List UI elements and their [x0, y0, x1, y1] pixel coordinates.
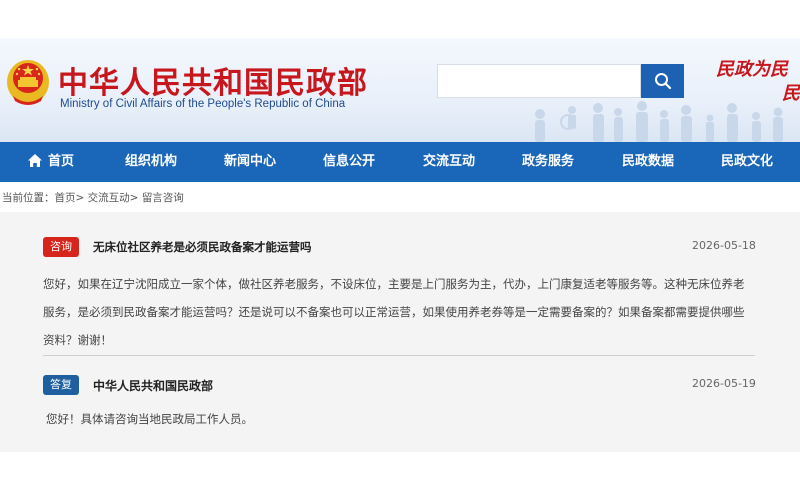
nav-item-home[interactable]: 首页 [27, 142, 74, 182]
consultation-panel: 咨询 无床位社区养老是必须民政备案才能运营吗 2026-05-18 您好，如果在… [0, 212, 800, 452]
nav-item-data[interactable]: 民政数据 [622, 142, 674, 182]
search-button[interactable] [641, 64, 684, 98]
breadcrumb-separator: > [75, 192, 85, 204]
ask-tag: 咨询 [43, 237, 79, 257]
breadcrumb-label: 当前位置： [2, 192, 55, 204]
answer-tag: 答复 [43, 375, 79, 395]
question-date: 2026-05-18 [692, 239, 756, 252]
national-emblem-icon[interactable] [5, 56, 51, 106]
search-input[interactable] [437, 64, 641, 98]
answer-org: 中华人民共和国民政部 [93, 379, 214, 393]
question-body: 您好，如果在辽宁沈阳成立一家个体，做社区养老服务，不设床位，主要是上门服务为主，… [43, 277, 745, 347]
home-icon [28, 153, 42, 167]
breadcrumb-home[interactable]: 首页 [55, 190, 76, 206]
slogan: 民政为民 民 [716, 58, 800, 106]
breadcrumb-separator: > [129, 192, 139, 204]
search-icon [654, 73, 671, 90]
divider [43, 355, 755, 356]
nav-home-label: 首页 [48, 154, 75, 169]
breadcrumb-interaction[interactable]: 交流互动 [88, 190, 130, 206]
people-silhouettes-decoration [535, 101, 783, 142]
breadcrumb: 当前位置：首页> 交流互动> 留言咨询 [2, 190, 184, 206]
slogan-line-1: 民政为民 [716, 59, 788, 80]
site-title[interactable]: 中华人民共和国民政部 [58, 58, 368, 102]
site-header: 中华人民共和国民政部 Ministry of Civil Affairs of … [0, 38, 800, 142]
nav-item-gov-services[interactable]: 政务服务 [522, 142, 574, 182]
main-nav: 首页 组织机构 新闻中心 信息公开 交流互动 政务服务 民政数据 民政文化 [0, 142, 800, 182]
nav-item-interaction[interactable]: 交流互动 [423, 142, 475, 182]
nav-item-info-disclosure[interactable]: 信息公开 [323, 142, 375, 182]
nav-item-culture[interactable]: 民政文化 [721, 142, 773, 182]
answer-body: 您好！具体请咨询当地民政局工作人员。 [46, 412, 253, 426]
site-subtitle: Ministry of Civil Affairs of the People'… [60, 98, 346, 110]
answer-date: 2026-05-19 [692, 377, 756, 390]
top-blank-area [0, 0, 800, 38]
breadcrumb-current: 留言咨询 [141, 192, 184, 204]
nav-item-news[interactable]: 新闻中心 [224, 142, 276, 182]
nav-item-organization[interactable]: 组织机构 [125, 142, 177, 182]
question-title: 无床位社区养老是必须民政备案才能运营吗 [93, 240, 312, 254]
